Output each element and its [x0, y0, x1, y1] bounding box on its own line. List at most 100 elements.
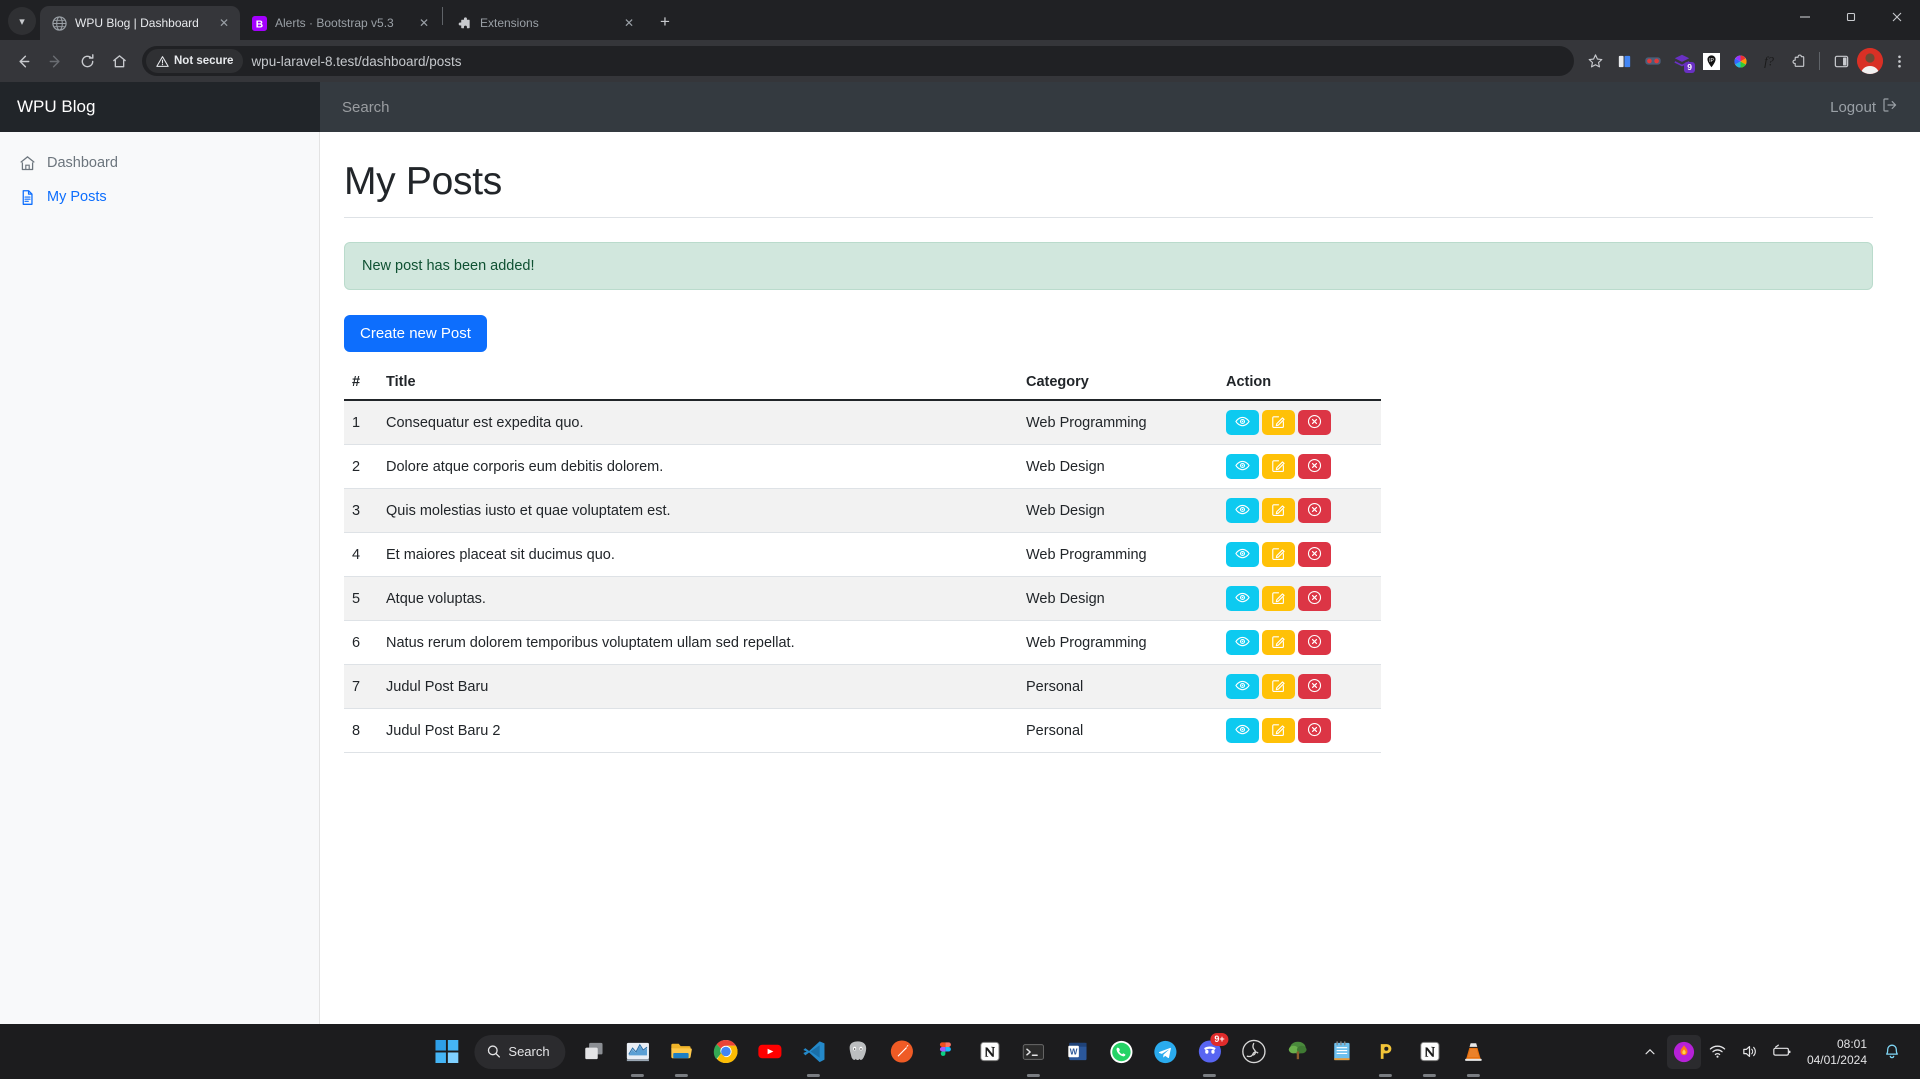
- tab-search-chevron-icon[interactable]: ▾: [8, 7, 36, 35]
- bell-icon[interactable]: [1877, 1035, 1907, 1069]
- task-view-icon[interactable]: [574, 1032, 614, 1072]
- view-post-button[interactable]: [1226, 498, 1259, 523]
- reading-list-icon[interactable]: [1611, 48, 1637, 74]
- font-inspector-extension-icon[interactable]: f?: [1756, 48, 1782, 74]
- sourcetree-icon[interactable]: [1278, 1032, 1318, 1072]
- view-post-button[interactable]: [1226, 630, 1259, 655]
- bookmark-star-icon[interactable]: [1582, 48, 1608, 74]
- postman-icon[interactable]: [882, 1032, 922, 1072]
- delete-post-button[interactable]: [1298, 454, 1331, 479]
- edit-post-button[interactable]: [1262, 586, 1295, 611]
- view-post-button[interactable]: [1226, 410, 1259, 435]
- new-tab-button[interactable]: +: [651, 8, 679, 36]
- close-icon[interactable]: ✕: [416, 15, 432, 31]
- color-picker-extension-icon[interactable]: [1727, 48, 1753, 74]
- view-post-button[interactable]: [1226, 586, 1259, 611]
- edit-post-button[interactable]: [1262, 410, 1295, 435]
- wifi-icon[interactable]: [1703, 1035, 1733, 1069]
- terminal-icon[interactable]: [1014, 1032, 1054, 1072]
- tray-overflow-chevron-icon[interactable]: [1635, 1035, 1665, 1069]
- goggles-extension-icon[interactable]: [1640, 48, 1666, 74]
- back-icon[interactable]: [8, 46, 38, 76]
- browser-tab-1[interactable]: B Alerts · Bootstrap v5.3 ✕: [240, 6, 440, 40]
- cell-num: 6: [344, 621, 378, 665]
- obs-icon[interactable]: [1234, 1032, 1274, 1072]
- close-button[interactable]: [1874, 0, 1920, 34]
- layers-extension-icon[interactable]: 9: [1669, 48, 1695, 74]
- forward-icon[interactable]: [40, 46, 70, 76]
- edit-post-button[interactable]: [1262, 630, 1295, 655]
- delete-post-button[interactable]: [1298, 410, 1331, 435]
- bitwarden-icon[interactable]: [1366, 1032, 1406, 1072]
- file-explorer-icon[interactable]: [662, 1032, 702, 1072]
- table-row: 7Judul Post BaruPersonal: [344, 665, 1381, 709]
- view-post-button[interactable]: [1226, 674, 1259, 699]
- whatsapp-icon[interactable]: [1102, 1032, 1142, 1072]
- start-icon[interactable]: [426, 1032, 466, 1072]
- delete-post-button[interactable]: [1298, 542, 1331, 567]
- row-action-group: [1226, 454, 1373, 479]
- minimize-button[interactable]: [1782, 0, 1828, 34]
- delete-post-button[interactable]: [1298, 630, 1331, 655]
- edit-post-button[interactable]: [1262, 542, 1295, 567]
- delete-post-button[interactable]: [1298, 586, 1331, 611]
- profile-avatar[interactable]: [1857, 48, 1883, 74]
- navbar-search-wrap: [320, 82, 1830, 132]
- close-icon[interactable]: ✕: [621, 15, 637, 31]
- figma-icon[interactable]: [926, 1032, 966, 1072]
- clock[interactable]: 08:01 04/01/2024: [1799, 1036, 1875, 1068]
- notepad-icon[interactable]: [1322, 1032, 1362, 1072]
- window-controls: [1782, 0, 1920, 40]
- ip-pin-extension-icon[interactable]: IP: [1698, 48, 1724, 74]
- vlc-icon[interactable]: [1454, 1032, 1494, 1072]
- reload-icon[interactable]: [72, 46, 102, 76]
- create-new-post-button[interactable]: Create new Post: [344, 315, 487, 352]
- notion-icon[interactable]: [970, 1032, 1010, 1072]
- edit-post-button[interactable]: [1262, 454, 1295, 479]
- close-icon[interactable]: ✕: [216, 15, 232, 31]
- browser-tab-2[interactable]: Extensions ✕: [445, 6, 645, 40]
- discord-icon[interactable]: 9+: [1190, 1032, 1230, 1072]
- vscode-icon[interactable]: [794, 1032, 834, 1072]
- browser-tab-0[interactable]: WPU Blog | Dashboard ✕: [40, 6, 240, 40]
- search-input[interactable]: [342, 99, 742, 116]
- side-panel-icon[interactable]: [1828, 48, 1854, 74]
- widgets-chart-icon[interactable]: [618, 1032, 658, 1072]
- delete-post-button[interactable]: [1298, 498, 1331, 523]
- word-icon[interactable]: W: [1058, 1032, 1098, 1072]
- address-bar[interactable]: Not secure wpu-laravel-8.test/dashboard/…: [142, 46, 1574, 76]
- notion-2-icon[interactable]: [1410, 1032, 1450, 1072]
- x-circle-icon: [1307, 414, 1322, 432]
- posts-table-head: # Title Category Action: [344, 374, 1381, 400]
- delete-post-button[interactable]: [1298, 674, 1331, 699]
- edit-post-button[interactable]: [1262, 718, 1295, 743]
- view-post-button[interactable]: [1226, 718, 1259, 743]
- view-post-button[interactable]: [1226, 542, 1259, 567]
- sidebar-item-dashboard[interactable]: Dashboard: [0, 146, 319, 180]
- main-content: My Posts New post has been added! Create…: [320, 132, 1920, 1024]
- home-icon[interactable]: [104, 46, 134, 76]
- edit-post-button[interactable]: [1262, 498, 1295, 523]
- security-status-badge[interactable]: Not secure: [146, 49, 243, 73]
- browser-menu-icon[interactable]: [1886, 48, 1912, 74]
- youtube-icon[interactable]: [750, 1032, 790, 1072]
- telegram-icon[interactable]: [1146, 1032, 1186, 1072]
- view-post-button[interactable]: [1226, 454, 1259, 479]
- postgresql-icon[interactable]: [838, 1032, 878, 1072]
- cell-title: Quis molestias iusto et quae voluptatem …: [378, 489, 1018, 533]
- flame-icon[interactable]: [1667, 1035, 1701, 1069]
- maximize-button[interactable]: [1828, 0, 1874, 34]
- cell-num: 7: [344, 665, 378, 709]
- extensions-puzzle-icon[interactable]: [1785, 48, 1811, 74]
- page-title: My Posts: [344, 160, 1873, 218]
- chrome-icon[interactable]: [706, 1032, 746, 1072]
- edit-post-button[interactable]: [1262, 674, 1295, 699]
- app-brand[interactable]: WPU Blog: [0, 82, 320, 132]
- volume-icon[interactable]: [1735, 1035, 1765, 1069]
- sidebar-item-my-posts[interactable]: My Posts: [0, 180, 319, 214]
- taskbar-search-button[interactable]: Search: [474, 1035, 565, 1069]
- battery-icon[interactable]: [1767, 1035, 1797, 1069]
- cell-title: Atque voluptas.: [378, 577, 1018, 621]
- logout-link[interactable]: Logout: [1830, 97, 1920, 117]
- delete-post-button[interactable]: [1298, 718, 1331, 743]
